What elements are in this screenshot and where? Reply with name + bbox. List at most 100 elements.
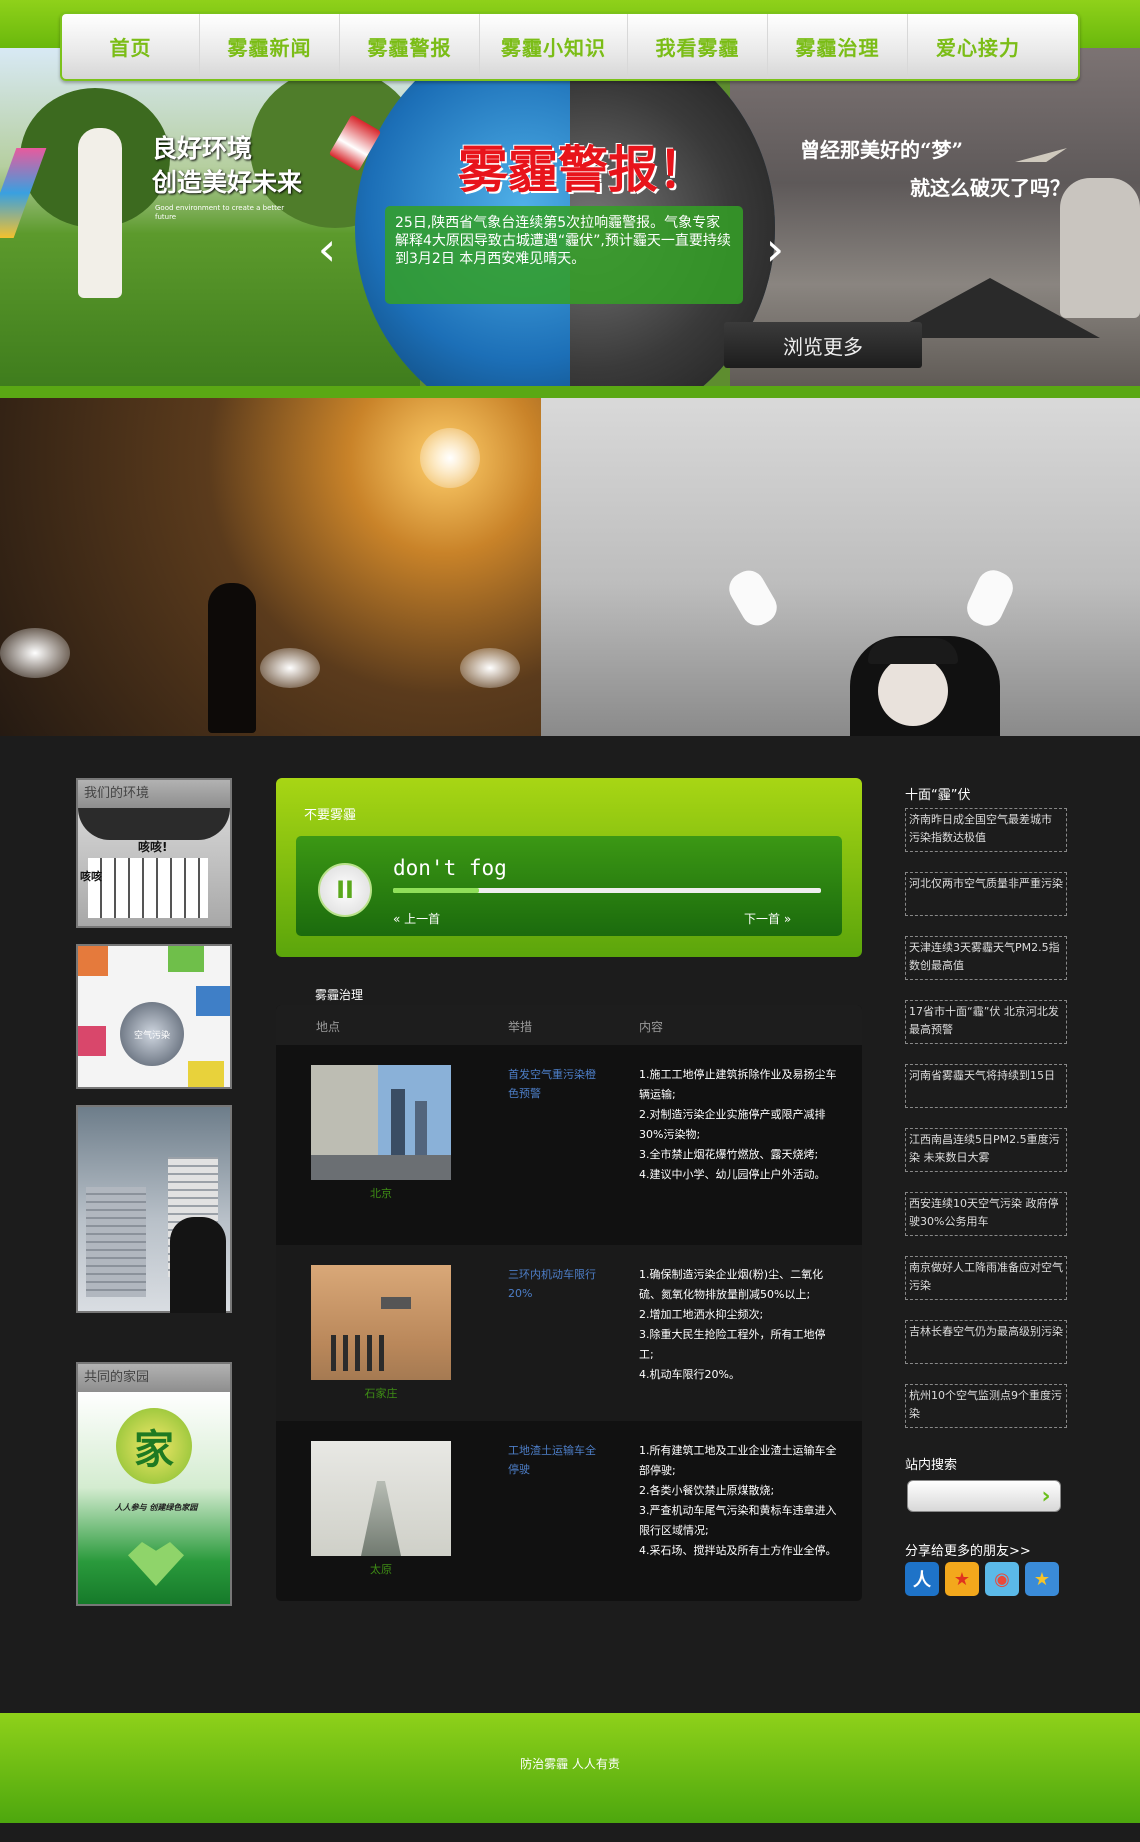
footer-bottom-bar	[0, 1823, 1140, 1842]
footer-slogan: 防治雾霾 人人有责	[520, 1757, 620, 1771]
buildings-shape	[88, 858, 208, 918]
previous-label: 上一首	[404, 912, 441, 926]
poster-slogan: 人人参与 创建绿色家园	[114, 1503, 198, 1512]
hero-title: 雾霾警报！	[458, 140, 708, 199]
headlight	[260, 648, 320, 688]
next-track-button[interactable]: 下一首 »	[744, 910, 791, 927]
colored-hand	[78, 1026, 106, 1056]
street-light	[420, 428, 480, 488]
header-location: 地点	[316, 1020, 341, 1034]
hero-banner: 良好环境 创造美好未来 Good environment to create a…	[0, 48, 1140, 386]
previous-track-button[interactable]: « 上一首	[393, 910, 440, 927]
news-item[interactable]: 西安连续10天空气污染 政府停驶30%公务用车	[905, 1192, 1067, 1236]
search-box: ›	[907, 1480, 1061, 1512]
shijiazhuang-photo	[311, 1265, 451, 1380]
player-controls: II don't fog « 上一首 下一首 »	[296, 836, 842, 936]
traffic-police-photo	[541, 398, 1140, 736]
polluted-earth-icon: 空气污染	[120, 1002, 184, 1066]
table-section-title: 雾霾治理	[315, 988, 364, 1002]
progress-bar[interactable]	[393, 888, 821, 893]
pause-button[interactable]: II	[318, 863, 372, 917]
search-arrow-icon[interactable]: ›	[1034, 1483, 1058, 1511]
gas-mask-card[interactable]	[76, 1105, 232, 1313]
dream-line-1: 曾经那美好的“梦”	[800, 138, 964, 162]
measure-content: 1.所有建筑工地及工业企业渣土运输车全部停驶; 2.各类小餐饮禁止原煤散烧; 3…	[639, 1444, 837, 1557]
card-title: 共同的家园	[78, 1364, 230, 1392]
measure-content: 1.施工工地停止建筑拆除作业及易扬尘车辆运输; 2.对制造污染企业实施停产或限产…	[639, 1068, 837, 1181]
news-item[interactable]: 吉林长春空气仍为最高级别污染	[905, 1320, 1067, 1364]
news-item[interactable]: 江西南昌连续5日PM2.5重度污染 未来数日大雾	[905, 1128, 1067, 1172]
smog-cloud	[78, 808, 230, 840]
news-list-title: 十面“霾”伏	[905, 788, 971, 803]
footer: 防治雾霾 人人有责	[0, 1713, 1140, 1823]
road-sign-shape	[381, 1297, 411, 1309]
nav-item-haze-news[interactable]: 雾霾新闻	[200, 14, 340, 79]
police-masked-face	[878, 656, 948, 726]
news-item[interactable]: 杭州10个空气监测点9个重度污染	[905, 1384, 1067, 1428]
news-item[interactable]: 17省市十面“霾”伏 北京河北发最高预警	[905, 1000, 1067, 1044]
nav-item-home[interactable]: 首页	[62, 14, 200, 79]
search-input[interactable]	[914, 1486, 1032, 1508]
forward-icon: »	[783, 912, 792, 926]
song-title: don't fog	[393, 856, 507, 880]
main-nav: 首页 雾霾新闻 雾霾警报 雾霾小知识 我看雾霾 雾霾治理 爱心接力	[60, 12, 1080, 81]
news-item[interactable]: 南京做好人工降雨准备应对空气污染	[905, 1256, 1067, 1300]
measure-link[interactable]: 首发空气重污染橙色预警	[508, 1065, 598, 1103]
common-home-card[interactable]: 共同的家园 家 人人参与 创建绿色家园	[76, 1362, 232, 1606]
slogan-subtext: Good environment to create a better futu…	[155, 204, 285, 221]
green-home-poster: 家 人人参与 创建绿色家园	[78, 1392, 230, 1604]
nav-item-haze-control[interactable]: 雾霾治理	[768, 14, 908, 79]
measure-link[interactable]: 工地渣土运输车全停驶	[508, 1441, 598, 1479]
road-shape	[361, 1481, 401, 1556]
news-item[interactable]: 济南昨日成全国空气最差城市 污染指数达极值	[905, 808, 1067, 852]
renren-icon[interactable]: 人	[905, 1562, 939, 1596]
colored-hand	[168, 946, 204, 972]
measure-link[interactable]: 三环内机动车限行20%	[508, 1265, 598, 1303]
table-header: 地点 举措 内容	[276, 1005, 862, 1045]
progress-fill	[393, 888, 479, 893]
hero-news-box[interactable]: 25日,陕西省气象台连续第5次拉响霾警报。气象专家解释4大原因导致古城遭遇“霾伏…	[385, 206, 743, 304]
city-name: 石家庄	[364, 1387, 398, 1400]
search-title: 站内搜索	[905, 1458, 958, 1473]
beijing-photo	[311, 1065, 451, 1180]
nav-item-my-view[interactable]: 我看雾霾	[628, 14, 768, 79]
our-environment-card[interactable]: 我们的环境 咳咳! 咳咳	[76, 778, 232, 928]
city-name: 太原	[370, 1563, 392, 1576]
headlight	[0, 628, 70, 678]
cough-bubble: 咳咳	[80, 870, 102, 883]
nav-item-haze-alert[interactable]: 雾霾警报	[340, 14, 480, 79]
browse-more-button[interactable]: 浏览更多	[724, 322, 922, 368]
walking-person-silhouette	[208, 583, 256, 733]
table-row: 石家庄 三环内机动车限行20% 1.确保制造污染企业烟(粉)尘、二氧化硫、氮氧化…	[276, 1245, 862, 1421]
building-shape	[86, 1187, 146, 1297]
news-item[interactable]: 河北仅两市空气质量非严重污染	[905, 872, 1067, 916]
skyscraper-shape	[391, 1089, 405, 1159]
nav-item-charity-relay[interactable]: 爱心接力	[908, 14, 1048, 79]
news-item[interactable]: 河南省雾霾天气将持续到15日	[905, 1064, 1067, 1108]
hero-slogan: 良好环境 创造美好未来	[152, 132, 302, 200]
colored-hand	[78, 946, 108, 976]
weibo-icon[interactable]: ◉	[985, 1562, 1019, 1596]
qzone-icon[interactable]: ★	[1025, 1562, 1059, 1596]
nav-item-haze-knowledge[interactable]: 雾霾小知识	[480, 14, 628, 79]
header-content: 内容	[639, 1020, 664, 1034]
green-divider	[0, 386, 1140, 398]
share-title[interactable]: 分享给更多的朋友>>	[905, 1540, 1031, 1559]
carousel-prev-icon[interactable]: ‹	[312, 222, 342, 276]
measure-content: 1.确保制造污染企业烟(粉)尘、二氧化硫、氮氧化物排放量削减50%以上; 2.增…	[639, 1268, 826, 1381]
music-player: 不要雾霾 II don't fog « 上一首 下一首 »	[276, 778, 862, 957]
dream-line-2: 就这么破灭了吗？	[910, 176, 1070, 200]
cough-bubble: 咳咳!	[138, 840, 168, 854]
haze-photo-row	[0, 398, 1140, 736]
taiyuan-photo	[311, 1441, 451, 1556]
rewind-icon: «	[393, 912, 401, 926]
kaixin-icon[interactable]: ★	[945, 1562, 979, 1596]
carousel-next-icon[interactable]: ›	[760, 222, 790, 276]
slogan-line-2: 创造美好未来	[152, 168, 303, 197]
hands-earth-card[interactable]: 空气污染	[76, 944, 232, 1089]
player-title: 不要雾霾	[304, 808, 357, 823]
pedestrians-shape	[331, 1335, 391, 1371]
night-haze-photo	[0, 398, 541, 736]
news-item[interactable]: 天津连续3天雾霾天气PM2.5指数创最高值	[905, 936, 1067, 980]
colored-hand	[196, 986, 230, 1016]
